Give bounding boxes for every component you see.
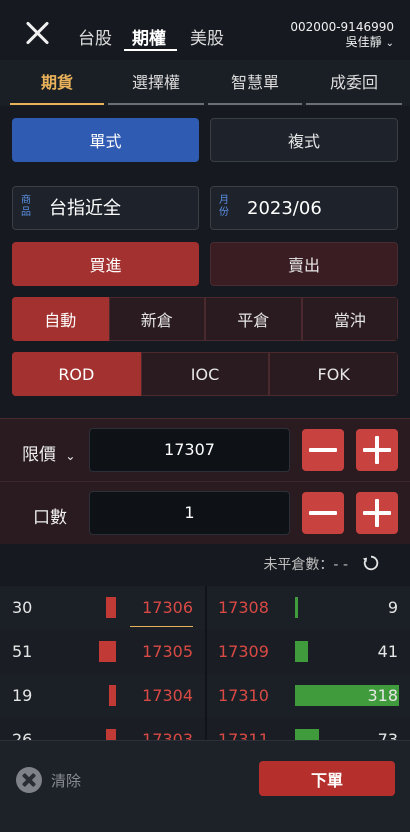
tab-futures-options[interactable]: 期權 (132, 24, 166, 49)
account-id: 002000-9146990 (290, 20, 394, 34)
active-tab-underline (124, 49, 177, 51)
ask-price[interactable]: 17311 (218, 718, 269, 740)
minus-icon (309, 448, 337, 452)
top-bar: 台股 期權 美股 002000-9146990 吳佳靜 ⌄ (0, 0, 410, 60)
subtab-underline (10, 103, 104, 105)
product-field[interactable]: 商品 台指近全 (12, 186, 199, 230)
chevron-down-icon: ⌄ (65, 449, 76, 463)
bottom-action-bar: 清除 下單 (0, 740, 410, 832)
tif-rod[interactable]: ROD (12, 352, 141, 396)
quantity-input[interactable]: 1 (89, 491, 290, 535)
bid-volume-bar (106, 597, 116, 618)
tab-smart-order[interactable]: 智慧單 (208, 60, 302, 106)
product-subtabs: 期貨 選擇權 智慧單 成委回 (0, 60, 410, 106)
account-name: 吳佳靜 (345, 35, 382, 49)
close-icon[interactable] (24, 20, 50, 46)
combo-order-button[interactable]: 複式 (210, 118, 398, 162)
clear-button[interactable]: 清除 (51, 770, 81, 791)
month-field[interactable]: 月份 2023/06 (210, 186, 398, 230)
bid-quantity: 30 (12, 598, 33, 617)
open-interest-label: 未平倉數：- - (263, 557, 348, 573)
sell-button[interactable]: 賣出 (210, 242, 398, 286)
ask-quantity: 318 (367, 686, 398, 705)
refresh-icon[interactable] (362, 554, 380, 572)
position-new[interactable]: 新倉 (108, 297, 205, 341)
quantity-minus-button[interactable] (302, 492, 344, 534)
ask-volume-bar (295, 597, 298, 618)
bid-price[interactable]: 17304 (142, 674, 193, 718)
ask-volume-bar (295, 641, 308, 662)
price-plus-button[interactable] (356, 429, 398, 471)
ask-quantity: 73 (377, 730, 398, 740)
bid-volume-bar (109, 685, 116, 706)
quantity-label: 口數 (33, 508, 67, 528)
tif-ioc[interactable]: IOC (140, 352, 270, 396)
tif-fok[interactable]: FOK (269, 352, 398, 396)
last-price-marker (130, 626, 193, 627)
ask-price[interactable]: 17309 (218, 630, 269, 674)
buy-button[interactable]: 買進 (12, 242, 199, 286)
submit-order-button[interactable]: 下單 (259, 761, 395, 796)
tab-us-stock[interactable]: 美股 (190, 24, 224, 49)
plus-icon (375, 499, 379, 527)
ask-price[interactable]: 17310 (218, 674, 269, 718)
order-book: 30 17306 17308 9 51 17305 17309 41 19 17… (0, 586, 410, 740)
single-order-button[interactable]: 單式 (12, 118, 199, 162)
bid-quantity: 51 (12, 642, 33, 661)
ask-quantity: 41 (377, 642, 398, 661)
bid-quantity: 19 (12, 686, 33, 705)
bid-price[interactable]: 17305 (142, 630, 193, 674)
product-value: 台指近全 (49, 198, 121, 219)
tab-futures[interactable]: 期貨 (10, 60, 104, 106)
product-tag: 商品 (21, 195, 31, 218)
plus-icon (375, 436, 379, 464)
price-type-label: 限價 (22, 445, 56, 465)
bid-quantity: 26 (12, 730, 33, 740)
bid-price[interactable]: 17303 (142, 718, 193, 740)
position-type-selector: 自動 新倉 平倉 當沖 (12, 297, 398, 341)
minus-icon (309, 511, 337, 515)
tab-options[interactable]: 選擇權 (108, 60, 204, 106)
order-entry-panel: 限價 ⌄ 17307 口數 1 (0, 418, 410, 544)
ask-volume-bar (295, 729, 319, 740)
clear-icon[interactable] (16, 767, 42, 793)
account-selector[interactable]: 002000-9146990 吳佳靜 ⌄ (290, 20, 394, 51)
chevron-down-icon: ⌄ (385, 38, 394, 49)
bid-volume-bar (106, 729, 116, 740)
divider (0, 481, 410, 482)
position-daytrade[interactable]: 當沖 (301, 297, 398, 341)
month-value: 2023/06 (247, 198, 322, 219)
subtab-underline (208, 103, 302, 105)
subtab-underline (108, 103, 204, 105)
month-tag: 月份 (219, 195, 229, 218)
subtab-underline (306, 103, 402, 105)
price-minus-button[interactable] (302, 429, 344, 471)
time-in-force-selector: ROD IOC FOK (12, 352, 398, 396)
quantity-plus-button[interactable] (356, 492, 398, 534)
bid-volume-bar (99, 641, 116, 662)
ask-quantity: 9 (387, 598, 398, 617)
bid-price[interactable]: 17306 (142, 586, 193, 630)
ask-price[interactable]: 17308 (218, 586, 269, 630)
divider (205, 586, 207, 740)
tab-order-status[interactable]: 成委回 (306, 60, 402, 106)
tab-tw-stock[interactable]: 台股 (78, 24, 112, 49)
position-auto[interactable]: 自動 (12, 297, 109, 341)
price-input[interactable]: 17307 (89, 428, 290, 472)
price-type-selector[interactable]: 限價 ⌄ (22, 440, 75, 465)
position-close[interactable]: 平倉 (205, 297, 302, 341)
